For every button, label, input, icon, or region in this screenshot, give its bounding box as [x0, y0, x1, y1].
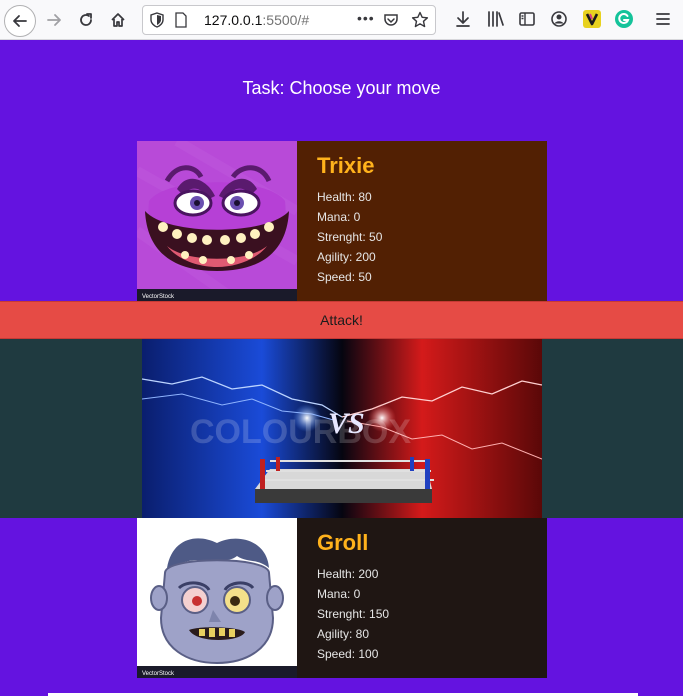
shield-icon[interactable]	[149, 12, 165, 28]
url-text[interactable]: 127.0.0.1:5500/#	[204, 12, 309, 28]
stat-health: Health: 80	[317, 190, 372, 204]
colourbox-watermark: COLOURBOX	[190, 413, 411, 451]
fighter-name: Groll	[317, 530, 369, 555]
forward-button[interactable]	[38, 4, 70, 36]
home-icon	[111, 13, 125, 27]
address-bar[interactable]: 127.0.0.1:5500/# •••	[142, 5, 436, 35]
vectorstock-watermark: VectorStock	[142, 671, 175, 677]
stat-mana: Mana: 0	[317, 587, 361, 601]
account-icon[interactable]	[550, 10, 568, 28]
url-host: 127.0.0.1	[204, 12, 263, 28]
reload-button[interactable]	[70, 4, 102, 36]
stat-speed: Speed: 50	[317, 270, 372, 284]
browser-toolbar: 127.0.0.1:5500/# •••	[0, 0, 683, 40]
groll-portrait: VectorStock	[137, 518, 297, 678]
attack-button[interactable]: Attack!	[0, 301, 683, 339]
arena-image: COLOURBOX VS	[141, 339, 543, 518]
page-actions-button[interactable]: •••	[357, 10, 375, 26]
trixie-stats: Trixie Health: 80 Mana: 0 Strenght: 50 A…	[317, 153, 382, 287]
task-title: Task: Choose your move	[242, 78, 441, 98]
fighter-card-groll: VectorStock Groll Health: 200 Mana: 0 St…	[137, 518, 547, 678]
pocket-icon[interactable]	[383, 12, 399, 28]
stat-agility: Agility: 80	[317, 627, 370, 641]
stat-mana: Mana: 0	[317, 210, 361, 224]
reload-icon	[80, 13, 92, 26]
forward-icon	[47, 14, 61, 26]
home-button[interactable]	[102, 4, 134, 36]
url-path: :5500/#	[262, 12, 310, 28]
hamburger-menu-icon[interactable]	[654, 10, 672, 28]
fighter-card-trixie: VectorStock Trixie Health: 80 Mana: 0 St…	[137, 141, 547, 301]
stat-agility: Agility: 200	[317, 250, 376, 264]
grammarly-icon[interactable]	[614, 9, 634, 29]
download-icon[interactable]	[454, 10, 472, 28]
vectorstock-watermark: VectorStock	[142, 294, 175, 300]
library-icon[interactable]	[486, 10, 506, 28]
stat-speed: Speed: 100	[317, 647, 379, 661]
star-icon[interactable]	[411, 11, 429, 29]
fighter-name: Trixie	[317, 153, 375, 178]
trixie-portrait: VectorStock	[137, 141, 297, 301]
stat-strength: Strenght: 150	[317, 607, 390, 621]
extension-v-icon[interactable]	[582, 9, 602, 29]
stat-health: Health: 200	[317, 567, 379, 581]
stat-strength: Strenght: 50	[317, 230, 383, 244]
sidebar-icon[interactable]	[518, 10, 536, 28]
groll-stats: Groll Health: 200 Mana: 0 Strenght: 150 …	[317, 530, 389, 664]
vs-text: VS	[328, 407, 365, 440]
back-icon	[13, 15, 27, 27]
arena-band: COLOURBOX VS	[0, 339, 683, 518]
page-icon[interactable]	[173, 12, 189, 28]
back-button[interactable]	[4, 5, 36, 37]
